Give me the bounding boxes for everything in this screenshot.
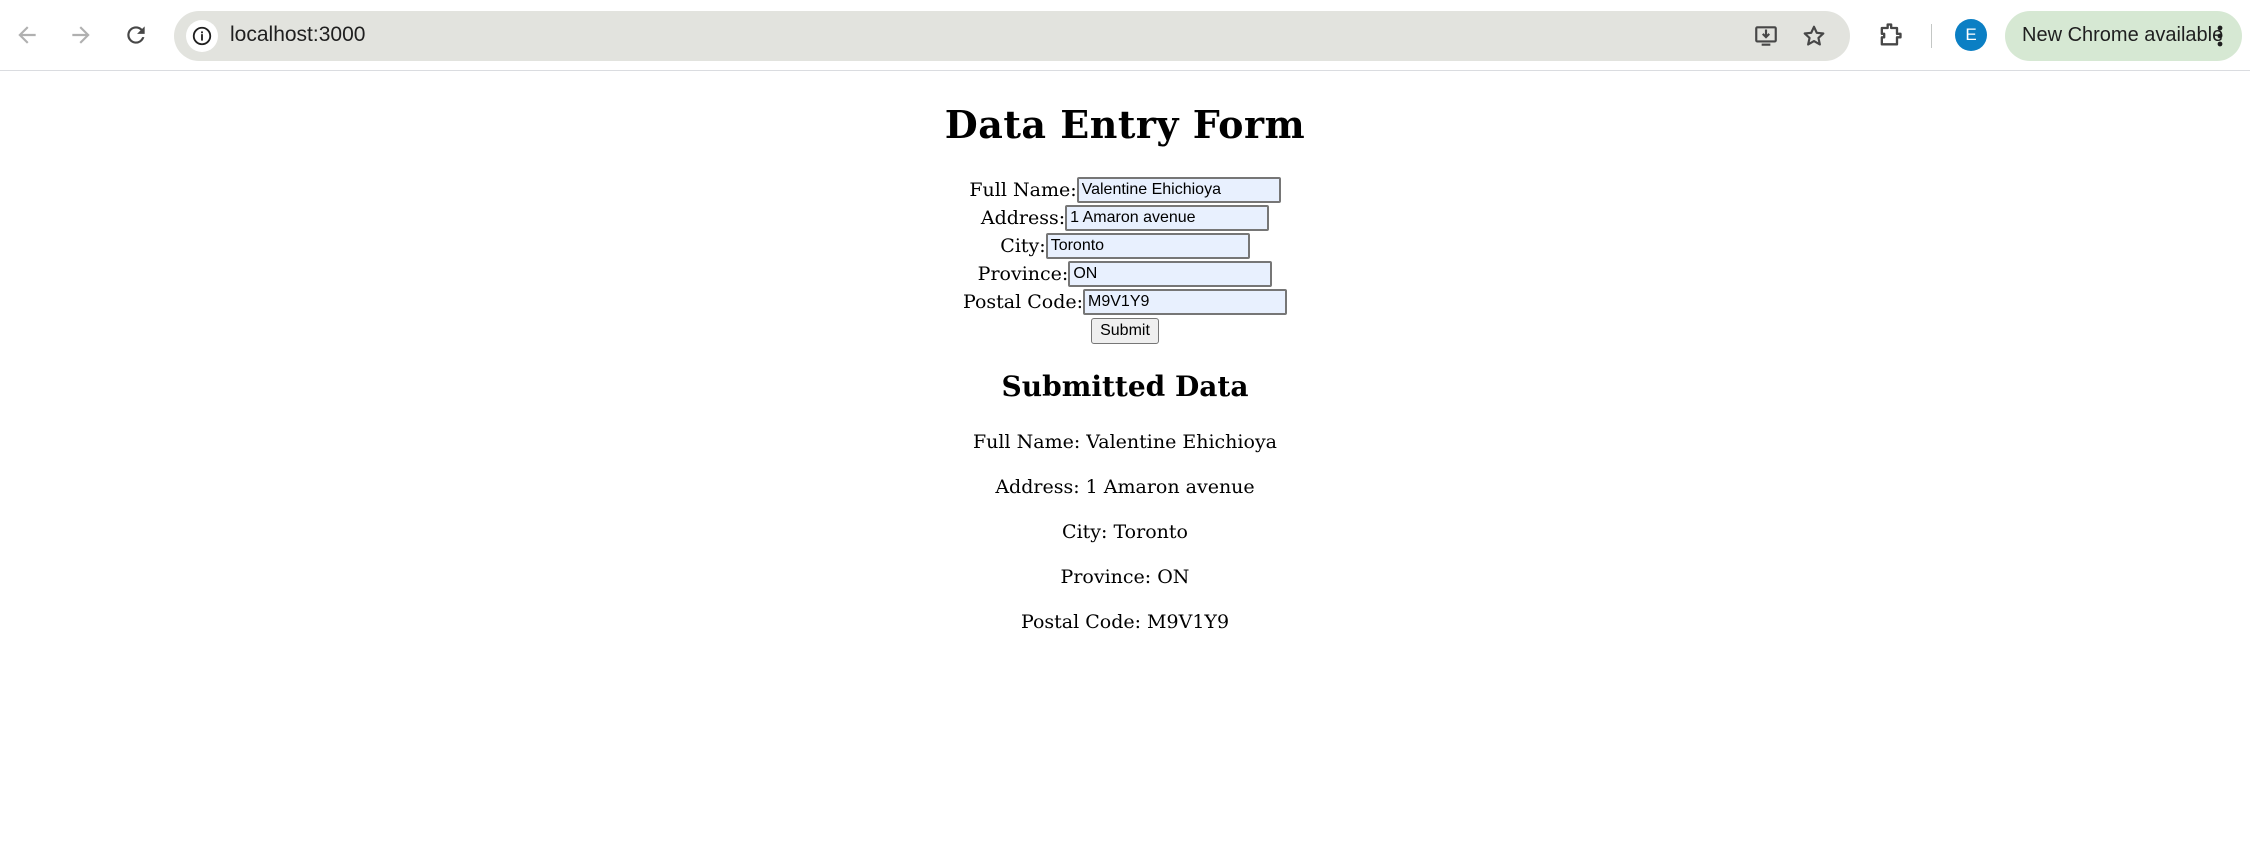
postal-code-row: Postal Code: xyxy=(0,288,2250,315)
toolbar-divider xyxy=(1931,24,1932,48)
province-input[interactable] xyxy=(1068,261,1273,287)
submitted-city: City: Toronto xyxy=(1062,521,1188,543)
city-label: City: xyxy=(1000,235,1046,257)
full-name-row: Full Name: xyxy=(0,176,2250,203)
submitted-address: Address: 1 Amaron avenue xyxy=(995,476,1255,498)
reload-button[interactable] xyxy=(116,15,156,55)
extensions-icon[interactable] xyxy=(1870,15,1910,55)
province-row: Province: xyxy=(0,260,2250,287)
submit-button[interactable]: Submit xyxy=(1091,318,1159,344)
bookmark-star-icon[interactable] xyxy=(1798,20,1830,52)
submitted-postal-code: Postal Code: M9V1Y9 xyxy=(1020,611,1230,633)
city-row: City: xyxy=(0,232,2250,259)
full-name-input[interactable] xyxy=(1076,177,1281,203)
update-chip-label: New Chrome available xyxy=(2022,24,2224,46)
address-label: Address: xyxy=(980,207,1066,229)
more-menu-icon[interactable] xyxy=(2213,23,2227,49)
submitted-province: Province: ON xyxy=(1060,566,1190,588)
submitted-full-name: Full Name: Valentine Ehichioya xyxy=(973,431,1277,453)
forward-icon xyxy=(72,26,90,44)
province-label: Province: xyxy=(977,263,1069,285)
submitted-data-heading: Submitted Data xyxy=(1001,370,1249,403)
back-icon xyxy=(18,26,36,44)
address-bar[interactable]: localhost:3000 xyxy=(174,11,1850,61)
city-input[interactable] xyxy=(1045,233,1250,259)
forward-button[interactable] xyxy=(61,15,101,55)
page-title: Data Entry Form xyxy=(944,102,1306,147)
url-text[interactable]: localhost:3000 xyxy=(230,23,365,47)
address-input[interactable] xyxy=(1065,205,1270,231)
update-chrome-button[interactable]: New Chrome available xyxy=(2005,11,2242,61)
info-icon[interactable] xyxy=(186,20,218,52)
full-name-label: Full Name: xyxy=(969,179,1077,201)
postal-code-label: Postal Code: xyxy=(962,291,1084,313)
profile-avatar[interactable]: E xyxy=(1955,19,1987,51)
address-row: Address: xyxy=(0,204,2250,231)
browser-toolbar: localhost:3000 E New Chrome available xyxy=(0,0,2250,71)
back-button[interactable] xyxy=(7,15,47,55)
submit-row: Submit xyxy=(0,318,2250,344)
install-app-icon[interactable] xyxy=(1750,20,1782,52)
postal-code-input[interactable] xyxy=(1083,289,1288,315)
reload-icon xyxy=(127,26,145,44)
